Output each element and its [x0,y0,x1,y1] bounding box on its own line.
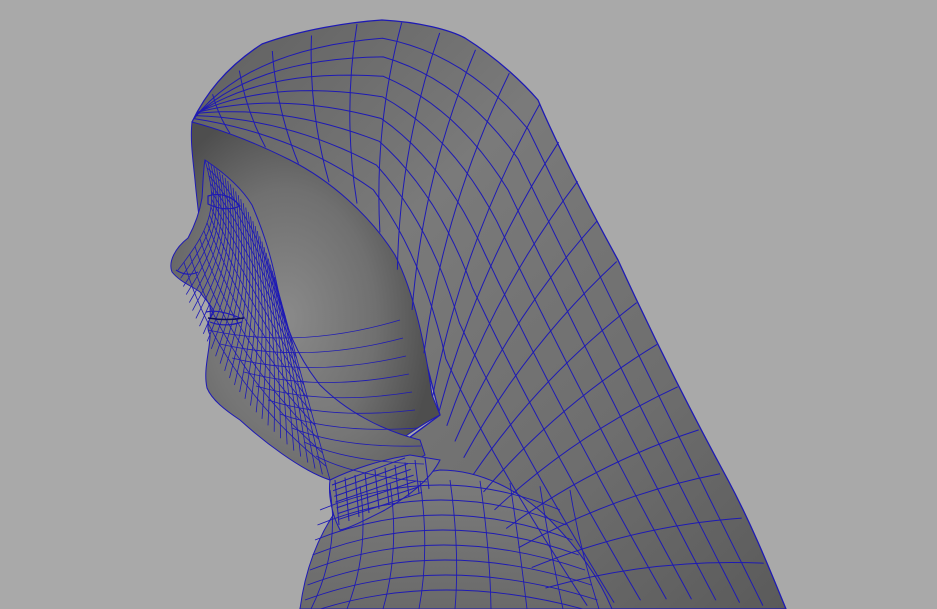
mesh-render[interactable] [0,0,937,609]
modeling-viewport[interactable] [0,0,937,609]
